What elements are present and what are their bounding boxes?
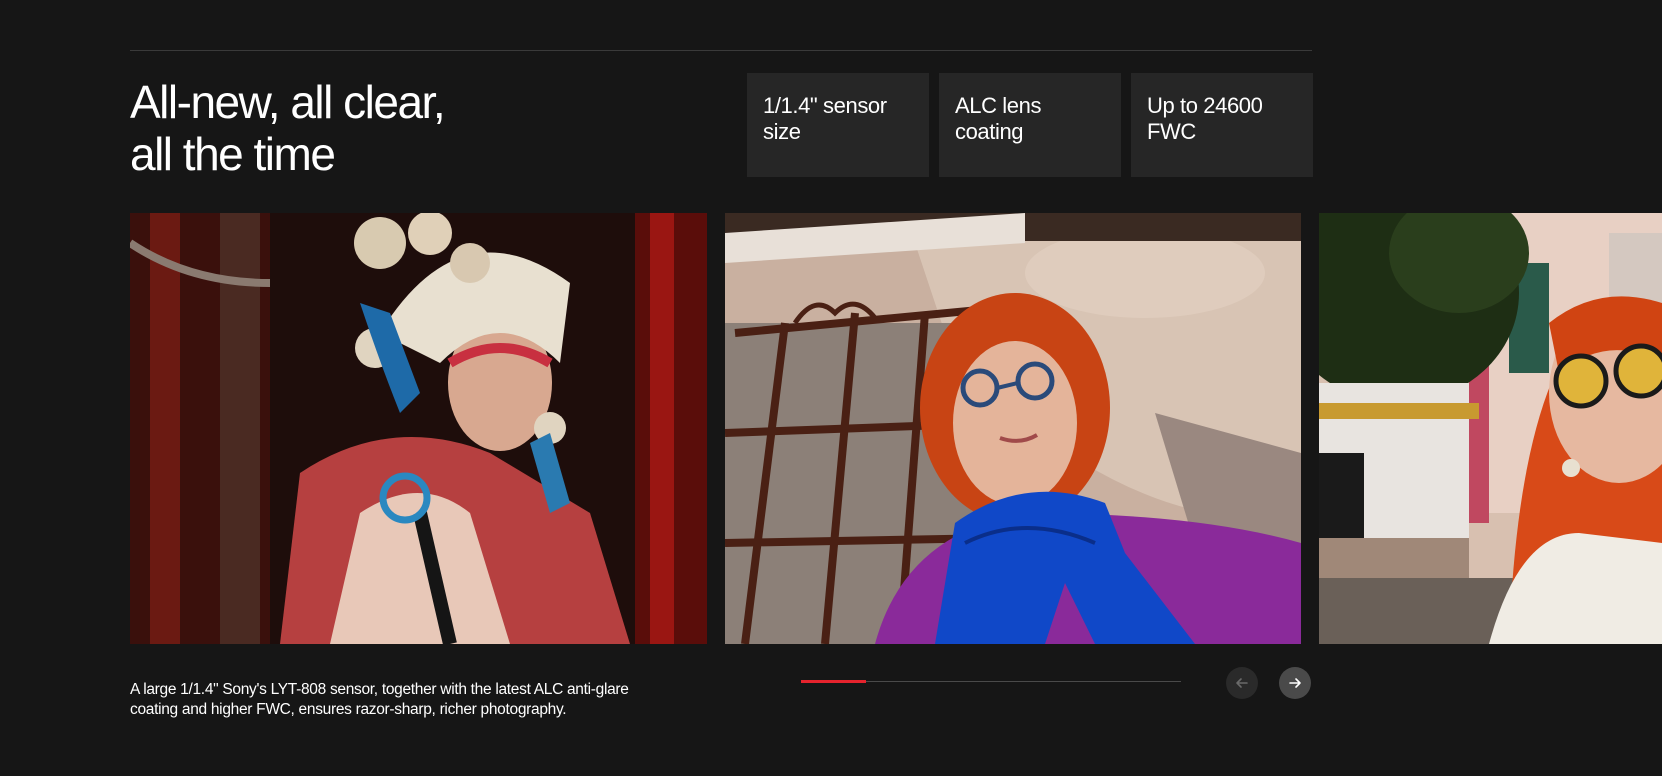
spec-card-alc-coating: ALC lens coating: [939, 73, 1121, 177]
carousel-prev-button[interactable]: [1226, 667, 1258, 699]
carousel-progress-fill: [801, 680, 866, 683]
spec-card-sensor-size: 1/1.4" sensor size: [747, 73, 929, 177]
opera-portrait-image: [130, 213, 707, 644]
section-title: All-new, all clear, all the time: [130, 76, 446, 180]
carousel-slide-opera-portrait[interactable]: [130, 213, 707, 644]
spec-card-fwc: Up to 24600 FWC: [1131, 73, 1313, 177]
woman-blue-scarf-image: [725, 213, 1301, 644]
top-divider: [130, 50, 1312, 51]
woman-sunglasses-image: [1319, 213, 1662, 644]
arrow-right-icon: [1289, 678, 1301, 688]
camera-feature-section: All-new, all clear, all the time 1/1.4" …: [0, 0, 1662, 776]
carousel-progress-bar: [801, 680, 1181, 683]
section-title-line-1: All-new, all clear,: [130, 76, 446, 128]
feature-caption: A large 1/1.4" Sony's LYT-808 sensor, to…: [130, 680, 629, 718]
carousel-next-button[interactable]: [1279, 667, 1311, 699]
arrow-left-icon: [1236, 678, 1248, 688]
carousel-slide-woman-blue-scarf[interactable]: [725, 213, 1301, 644]
section-title-line-2: all the time: [130, 128, 336, 180]
carousel-slide-woman-sunglasses[interactable]: [1319, 213, 1662, 644]
